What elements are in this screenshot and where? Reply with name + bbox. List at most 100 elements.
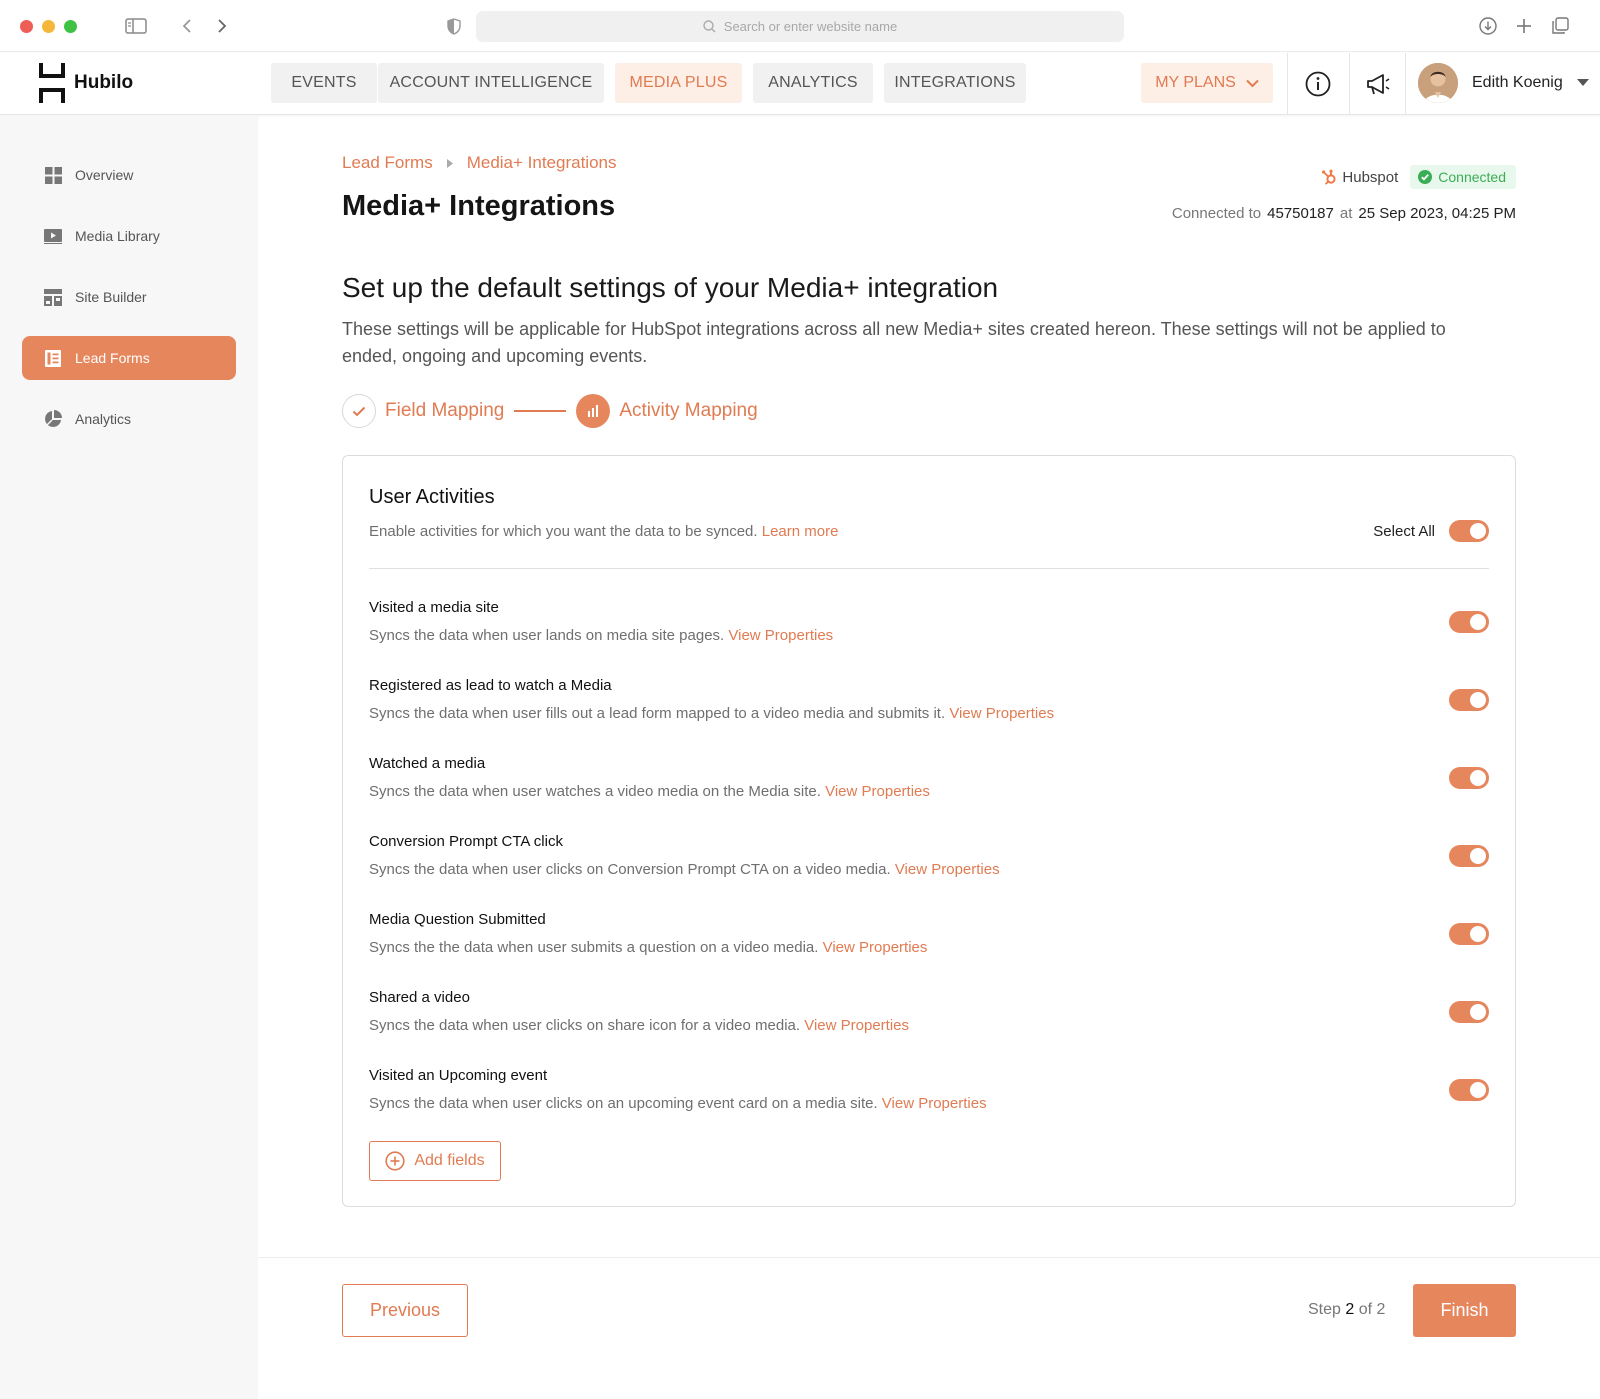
activity-title: Visited a media site (369, 599, 499, 616)
bar-chart-icon (588, 405, 599, 417)
chevron-right-icon (446, 158, 453, 168)
section-description: These settings will be applicable for Hu… (342, 319, 1446, 366)
sidebar-toggle-icon[interactable] (124, 12, 148, 40)
nav-analytics[interactable]: ANALYTICS (753, 63, 873, 103)
nav-events[interactable]: EVENTS (271, 63, 377, 103)
activity-title: Conversion Prompt CTA click (369, 833, 563, 850)
connection-details: Connected to 45750187 at 25 Sep 2023, 04… (1172, 205, 1516, 222)
sidebar-item-overview[interactable]: Overview (22, 153, 236, 197)
step-field-mapping-indicator[interactable] (342, 394, 376, 428)
app-header: Hubilo EVENTS ACCOUNT INTELLIGENCE MEDIA… (0, 53, 1600, 115)
info-icon[interactable] (1301, 67, 1335, 101)
account-id: 45750187 (1267, 205, 1334, 222)
add-fields-button[interactable]: Add fields (369, 1141, 501, 1181)
page-title: Media+ Integrations (342, 190, 616, 222)
activity-description-text: Syncs the data when user clicks on share… (369, 1017, 801, 1034)
activity-description-text: Syncs the data when user lands on media … (369, 627, 725, 644)
view-properties-link[interactable]: View Properties (728, 627, 833, 644)
activity-toggle[interactable] (1449, 1079, 1489, 1101)
view-properties-link[interactable]: View Properties (823, 939, 928, 956)
maximize-window-button[interactable] (64, 20, 77, 33)
view-properties-link[interactable]: View Properties (825, 783, 930, 800)
finish-button[interactable]: Finish (1413, 1284, 1516, 1337)
step-activity-mapping-label[interactable]: Activity Mapping (619, 400, 757, 422)
sidebar-item-lead-forms[interactable]: Lead Forms (22, 336, 236, 380)
nav-media-plus[interactable]: MEDIA PLUS (615, 63, 742, 103)
step-suffix: of 2 (1358, 1301, 1386, 1318)
activity-row: Visited a media site Syncs the data when… (369, 599, 1489, 661)
activity-toggle[interactable] (1449, 689, 1489, 711)
activity-description-text: Syncs the data when user clicks on an up… (369, 1095, 878, 1112)
previous-button[interactable]: Previous (342, 1284, 468, 1337)
address-bar[interactable]: Search or enter website name (476, 11, 1124, 42)
hubspot-provider: Hubspot (1321, 169, 1398, 186)
activity-toggle[interactable] (1449, 845, 1489, 867)
learn-more-link[interactable]: Learn more (762, 523, 839, 540)
activity-description: Syncs the data when user clicks on share… (369, 1017, 909, 1034)
address-bar-placeholder: Search or enter website name (723, 19, 898, 34)
megaphone-icon[interactable] (1361, 67, 1395, 101)
select-all-toggle[interactable] (1449, 520, 1489, 542)
breadcrumb-lead-forms[interactable]: Lead Forms (342, 153, 433, 173)
section-title: Set up the default settings of your Medi… (342, 272, 999, 303)
minimize-window-button[interactable] (42, 20, 55, 33)
download-icon[interactable] (1477, 12, 1499, 40)
user-activities-card: User Activities Enable activities for wh… (342, 455, 1516, 1207)
check-circle-icon (1418, 170, 1433, 184)
avatar (1418, 63, 1458, 103)
hubilo-logo-icon (39, 63, 65, 103)
sidebar-item-analytics[interactable]: Analytics (22, 397, 236, 441)
view-properties-link[interactable]: View Properties (949, 705, 1054, 722)
connection-status: Hubspot Connected (1321, 165, 1516, 189)
add-fields-label: Add fields (414, 1152, 485, 1169)
activity-title: Registered as lead to watch a Media (369, 677, 612, 694)
browser-toolbar: Search or enter website name (0, 0, 1600, 52)
user-name: Edith Koenig (1472, 74, 1563, 91)
new-tab-plus-icon[interactable] (1513, 12, 1535, 40)
activity-toggle[interactable] (1449, 767, 1489, 789)
user-menu[interactable]: Edith Koenig (1418, 63, 1589, 103)
activity-title: Watched a media (369, 755, 486, 772)
activity-row: Conversion Prompt CTA click Syncs the da… (369, 833, 1489, 895)
sidebar-item-label: Site Builder (75, 289, 147, 305)
close-window-button[interactable] (20, 20, 33, 33)
activity-row: Shared a video Syncs the data when user … (369, 989, 1489, 1051)
activity-row: Watched a media Syncs the data when user… (369, 755, 1489, 817)
status-badge: Connected (1410, 165, 1516, 189)
view-properties-link[interactable]: View Properties (804, 1017, 909, 1034)
step-prefix: Step (1308, 1301, 1341, 1318)
step-connector (514, 410, 567, 412)
back-arrow-icon[interactable] (178, 12, 196, 40)
sidebar-item-label: Lead Forms (75, 350, 150, 366)
header-divider (1405, 53, 1406, 115)
tabs-overview-icon[interactable] (1549, 12, 1571, 40)
sidebar-item-media-library[interactable]: Media Library (22, 214, 236, 258)
step-activity-mapping-indicator[interactable] (576, 394, 611, 428)
status-text: Connected (1438, 169, 1506, 185)
brand-name: Hubilo (74, 72, 134, 93)
card-subtitle-text: Enable activities for which you want the… (369, 523, 758, 540)
step-field-mapping-label[interactable]: Field Mapping (385, 400, 504, 422)
activity-description-text: Syncs the the data when user submits a q… (369, 939, 819, 956)
activity-toggle[interactable] (1449, 611, 1489, 633)
activity-toggle[interactable] (1449, 923, 1489, 945)
nav-account-intelligence[interactable]: ACCOUNT INTELLIGENCE (378, 63, 604, 103)
hubilo-logo[interactable]: Hubilo (38, 63, 133, 103)
view-properties-link[interactable]: View Properties (882, 1095, 987, 1112)
divider (369, 568, 1489, 569)
search-icon (703, 20, 716, 33)
sidebar-item-site-builder[interactable]: Site Builder (22, 275, 236, 319)
forward-arrow-icon[interactable] (213, 12, 231, 40)
my-plans-button[interactable]: MY PLANS (1141, 63, 1273, 103)
view-properties-link[interactable]: View Properties (895, 861, 1000, 878)
shield-icon (444, 12, 464, 40)
activity-toggle[interactable] (1449, 1001, 1489, 1023)
nav-integrations[interactable]: INTEGRATIONS (884, 63, 1026, 103)
my-plans-label: MY PLANS (1155, 74, 1236, 91)
activity-title: Shared a video (369, 989, 470, 1006)
activity-description: Syncs the data when user watches a video… (369, 783, 930, 800)
sidebar: Overview Media Library Site Builder Lead… (0, 116, 258, 1399)
chevron-down-icon (1246, 79, 1259, 87)
grid-icon (44, 166, 62, 184)
hubspot-icon (1322, 169, 1337, 185)
